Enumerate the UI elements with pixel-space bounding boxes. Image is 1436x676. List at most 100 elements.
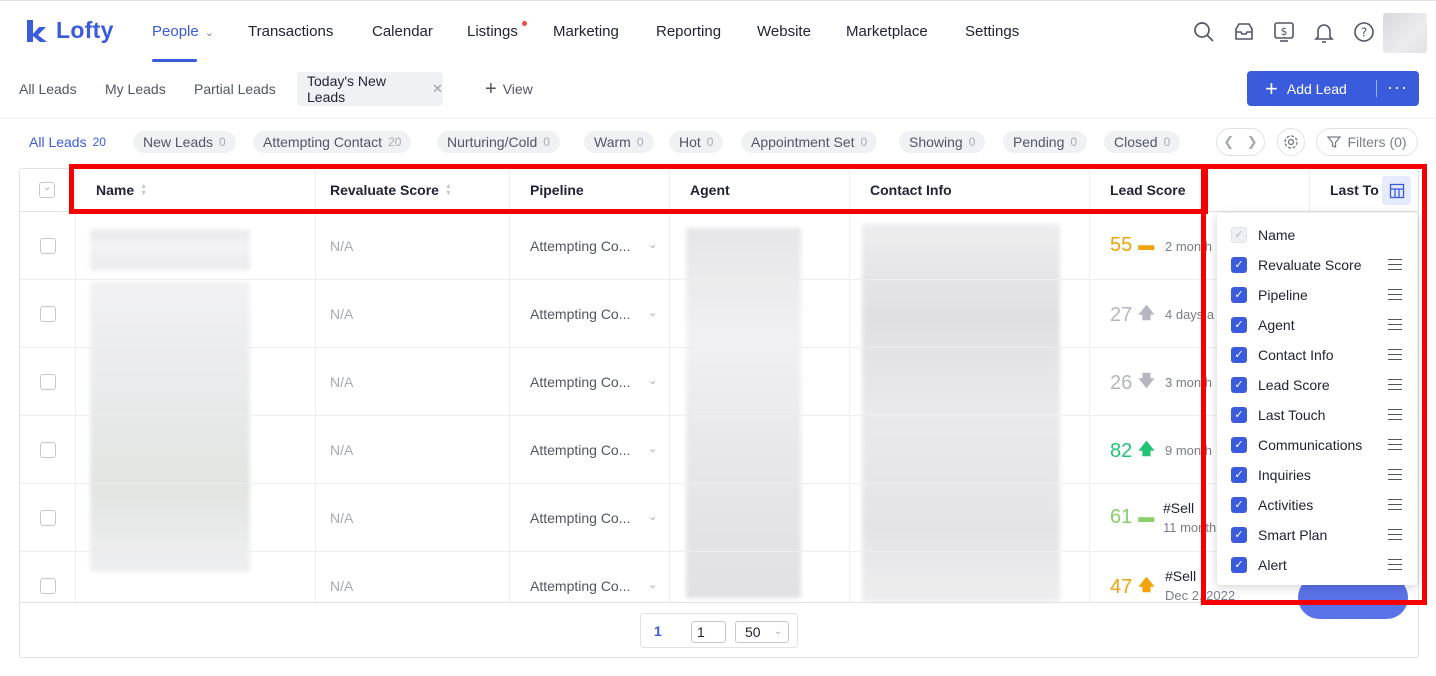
nav-settings[interactable]: Settings [965,23,1019,40]
chip-appointment-set[interactable]: Appointment Set 0 [741,131,878,153]
column-option-smart-plan[interactable]: ✓ Smart Plan [1217,520,1417,550]
column-option-contact-info[interactable]: ✓ Contact Info [1217,340,1417,370]
sort-icon[interactable]: ▲ ▼ [445,183,452,197]
column-checkbox[interactable]: ✓ [1231,287,1247,303]
page-jump-input[interactable]: 1 [691,621,726,643]
column-checkbox[interactable]: ✓ [1231,407,1247,423]
nav-marketing[interactable]: Marketing [553,23,619,40]
nav-transactions[interactable]: Transactions [248,23,333,40]
drag-handle-icon[interactable] [1388,499,1402,510]
lofty-logo[interactable]: Lofty [24,17,114,44]
nav-calendar[interactable]: Calendar [372,23,433,40]
table-row[interactable]: N/A Attempting Co... ⌄ 82 🡅 9 month [20,416,1418,484]
row-checkbox[interactable] [40,238,56,254]
chevron-left-icon[interactable]: ❮ [1223,134,1234,150]
column-checkbox[interactable]: ✓ [1231,377,1247,393]
table-row[interactable]: N/A Attempting Co... ⌄ 61 ▬ #Sell 11 mont… [20,484,1418,552]
nav-people[interactable]: People ⌄ [152,23,214,40]
chip-settings-button[interactable] [1277,128,1305,156]
drag-handle-icon[interactable] [1388,439,1402,450]
select-all-checkbox[interactable]: ⌄ [39,182,55,198]
column-option-last-touch[interactable]: ✓ Last Touch [1217,400,1417,430]
column-option-lead-score[interactable]: ✓ Lead Score [1217,370,1417,400]
table-row[interactable]: N/A Attempting Co... ⌄ 26 🡇 3 month [20,348,1418,416]
column-header-pipeline[interactable]: Pipeline [530,182,584,198]
column-checkbox[interactable]: ✓ [1231,557,1247,573]
column-header-contact-info[interactable]: Contact Info [870,182,952,198]
column-settings-button[interactable] [1382,176,1411,205]
pipeline-select[interactable]: Attempting Co... [530,238,630,254]
column-option-revaluate-score[interactable]: ✓ Revaluate Score [1217,250,1417,280]
subtab-all-leads[interactable]: All Leads [19,81,77,97]
drag-handle-icon[interactable] [1388,349,1402,360]
row-checkbox[interactable] [40,306,56,322]
search-icon[interactable] [1193,21,1215,43]
column-header-name[interactable]: Name ▲ ▼ [96,182,147,198]
pipeline-select[interactable]: Attempting Co... [530,442,630,458]
chip-attempting-contact[interactable]: Attempting Contact 20 [253,131,412,153]
table-row[interactable]: N/A Attempting Co... ⌄ 47 🡅 #Sell Dec 2, … [20,552,1418,603]
close-icon[interactable]: ✕ [432,81,443,97]
row-checkbox[interactable] [40,578,56,594]
sort-icon[interactable]: ▲ ▼ [140,183,147,197]
table-row[interactable]: N/A Attempting Co... ⌄ 27 🡅 4 days a [20,280,1418,348]
drag-handle-icon[interactable] [1388,289,1402,300]
nav-marketplace[interactable]: Marketplace [846,23,928,40]
subtab-todays-new-leads[interactable]: Today's New Leads ✕ [297,72,443,106]
nav-listings[interactable]: Listings [467,23,518,40]
drag-handle-icon[interactable] [1388,259,1402,270]
drag-handle-icon[interactable] [1388,319,1402,330]
drag-handle-icon[interactable] [1388,559,1402,570]
column-checkbox[interactable]: ✓ [1231,497,1247,513]
add-lead-button[interactable]: + Add Lead ··· [1247,71,1419,106]
column-option-pipeline[interactable]: ✓ Pipeline [1217,280,1417,310]
row-checkbox[interactable] [40,442,56,458]
pipeline-select[interactable]: Attempting Co... [530,374,630,390]
column-option-agent[interactable]: ✓ Agent [1217,310,1417,340]
row-checkbox[interactable] [40,510,56,526]
user-avatar[interactable] [1383,13,1427,53]
help-icon[interactable]: ? [1353,21,1375,43]
table-row[interactable]: N/A Attempting Co... ⌄ 55 ▬ 2 month [20,212,1418,280]
column-header-lead-score[interactable]: Lead Score [1110,182,1185,198]
nav-reporting[interactable]: Reporting [656,23,721,40]
pipeline-select[interactable]: Attempting Co... [530,510,630,526]
page-size-select[interactable]: 50 ⌄ [735,621,789,643]
column-header-agent[interactable]: Agent [690,182,730,198]
subtab-partial-leads[interactable]: Partial Leads [194,81,276,97]
dollar-icon[interactable]: $ [1273,21,1295,43]
column-checkbox[interactable]: ✓ [1231,467,1247,483]
column-option-communications[interactable]: ✓ Communications [1217,430,1417,460]
column-option-alert[interactable]: ✓ Alert [1217,550,1417,580]
chip-pending[interactable]: Pending 0 [1003,131,1088,153]
chip-nurturing-cold[interactable]: Nurturing/Cold 0 [437,131,560,153]
chip-hot[interactable]: Hot 0 [669,131,724,153]
filters-button[interactable]: Filters (0) [1316,128,1418,156]
column-header-revaluate-score[interactable]: Revaluate Score ▲ ▼ [330,182,452,198]
column-option-activities[interactable]: ✓ Activities [1217,490,1417,520]
chip-all-leads[interactable]: All Leads 20 [19,131,116,153]
column-checkbox[interactable]: ✓ [1231,317,1247,333]
row-checkbox[interactable] [40,374,56,390]
column-checkbox[interactable]: ✓ [1231,527,1247,543]
page-number[interactable]: 1 [654,623,662,639]
column-checkbox[interactable]: ✓ [1231,347,1247,363]
drag-handle-icon[interactable] [1388,379,1402,390]
drag-handle-icon[interactable] [1388,409,1402,420]
inbox-icon[interactable] [1233,21,1255,43]
chip-showing[interactable]: Showing 0 [899,131,986,153]
bell-icon[interactable] [1313,21,1335,43]
chip-closed[interactable]: Closed 0 [1104,131,1181,153]
drag-handle-icon[interactable] [1388,529,1402,540]
pipeline-select[interactable]: Attempting Co... [530,578,630,594]
drag-handle-icon[interactable] [1388,469,1402,480]
chip-warm[interactable]: Warm 0 [584,131,654,153]
chevron-right-icon[interactable]: ❯ [1247,134,1258,150]
column-header-last-touch[interactable]: Last To [1330,182,1379,198]
chip-new-leads[interactable]: New Leads 0 [133,131,236,153]
column-option-inquiries[interactable]: ✓ Inquiries [1217,460,1417,490]
more-icon[interactable]: ··· [1387,77,1408,98]
subtab-my-leads[interactable]: My Leads [105,81,166,97]
nav-website[interactable]: Website [757,23,811,40]
column-checkbox[interactable]: ✓ [1231,257,1247,273]
